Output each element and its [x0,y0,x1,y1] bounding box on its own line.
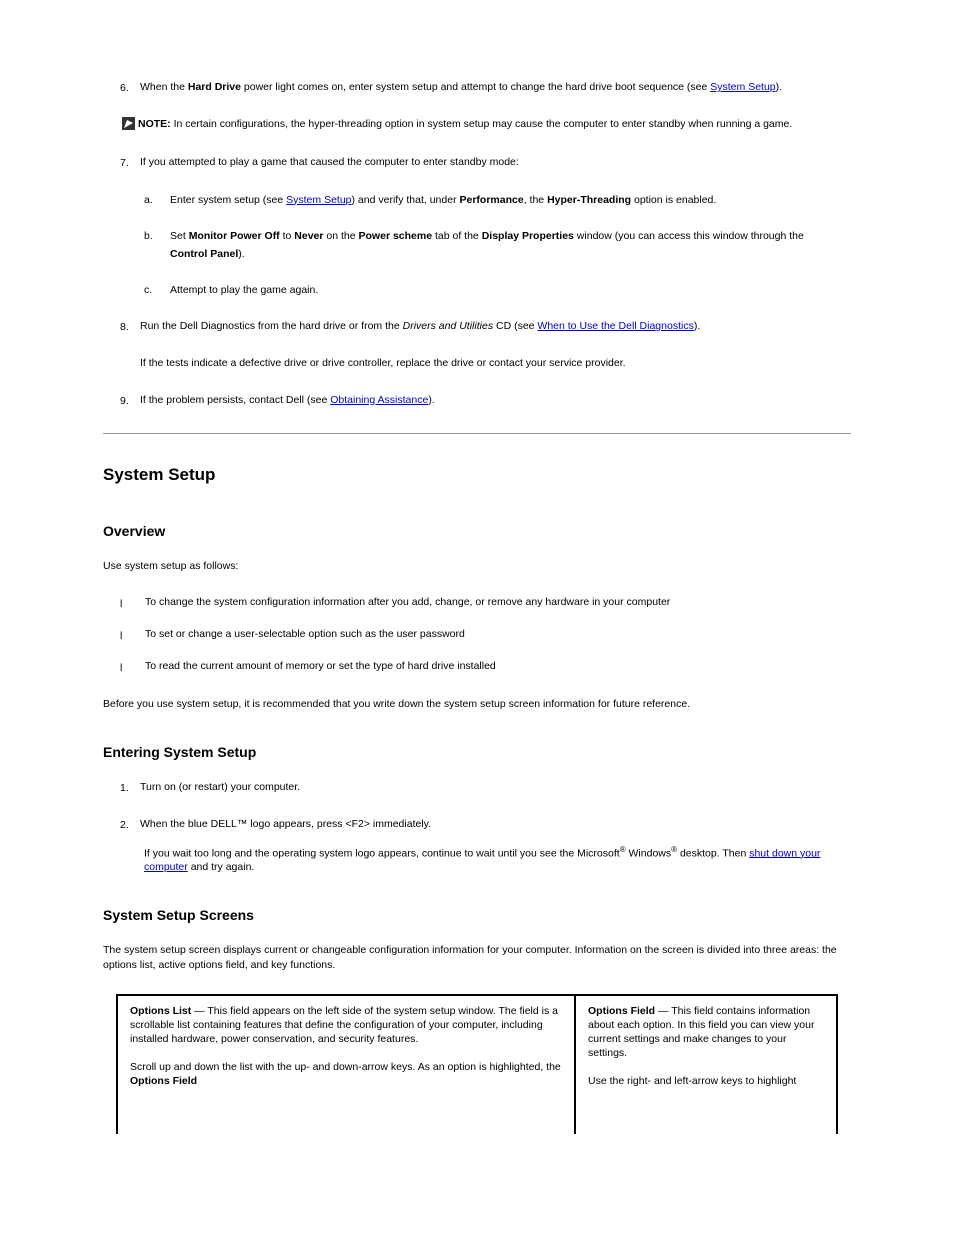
sub-step-text: Attempt to play the game again. [170,283,848,297]
table-cell-options-field: Options Field — This field contains info… [575,995,837,1134]
bullet-icon: l [120,659,145,675]
section-divider [103,433,851,434]
step-text: If the problem persists, contact Dell (s… [140,393,848,408]
subsection-title-overview: Overview [103,522,954,541]
bullet-icon: l [120,595,145,611]
note-icon [119,117,138,131]
step-text: When the blue DELL™ logo appears, press … [140,817,848,832]
bullet-text: To read the current amount of memory or … [145,659,848,675]
step-text: Turn on (or restart) your computer. [140,780,848,795]
step-text: Run the Dell Diagnostics from the hard d… [140,319,848,334]
sub-letter: b. [144,229,170,243]
obtaining-assistance-link[interactable]: Obtaining Assistance [330,394,428,406]
sub-step-text: Set Monitor Power Off to Never on the Po… [170,229,848,243]
overview-note: Before you use system setup, it is recom… [103,697,848,711]
step-sub-text: If you wait too long and the operating s… [144,845,848,875]
note-text: NOTE: In certain configurations, the hyp… [138,117,848,131]
list-number: 2. [120,817,140,832]
sub-letter: c. [144,283,170,297]
sub-letter: a. [144,193,170,207]
step-text: When the Hard Drive power light comes on… [140,80,848,95]
table-cell-options-list: Options List — This field appears on the… [117,995,575,1134]
step-text: If you attempted to play a game that cau… [140,155,848,170]
subsection-title-screens: System Setup Screens [103,906,954,925]
overview-intro: Use system setup as follows: [103,559,848,573]
list-number: 7. [120,155,140,170]
list-number: 1. [120,780,140,795]
list-number: 8. [120,319,140,334]
system-setup-table: Options List — This field appears on the… [116,994,838,1134]
sub-step-text-cont: Control Panel). [170,247,848,261]
screens-text: The system setup screen displays current… [103,943,848,971]
bullet-text: To change the system configuration infor… [145,595,848,611]
bullet-icon: l [120,627,145,643]
conclusion-text: If the tests indicate a defective drive … [140,356,848,370]
sub-step-text: Enter system setup (see System Setup) an… [170,193,848,207]
bullet-text: To set or change a user-selectable optio… [145,627,848,643]
list-number: 9. [120,393,140,408]
dell-diagnostics-link[interactable]: When to Use the Dell Diagnostics [537,320,693,332]
system-setup-link[interactable]: System Setup [286,194,351,206]
section-title-system-setup: System Setup [103,464,954,487]
system-setup-link[interactable]: System Setup [710,81,775,93]
list-number: 6. [120,80,140,95]
subsection-title-entering: Entering System Setup [103,743,954,762]
